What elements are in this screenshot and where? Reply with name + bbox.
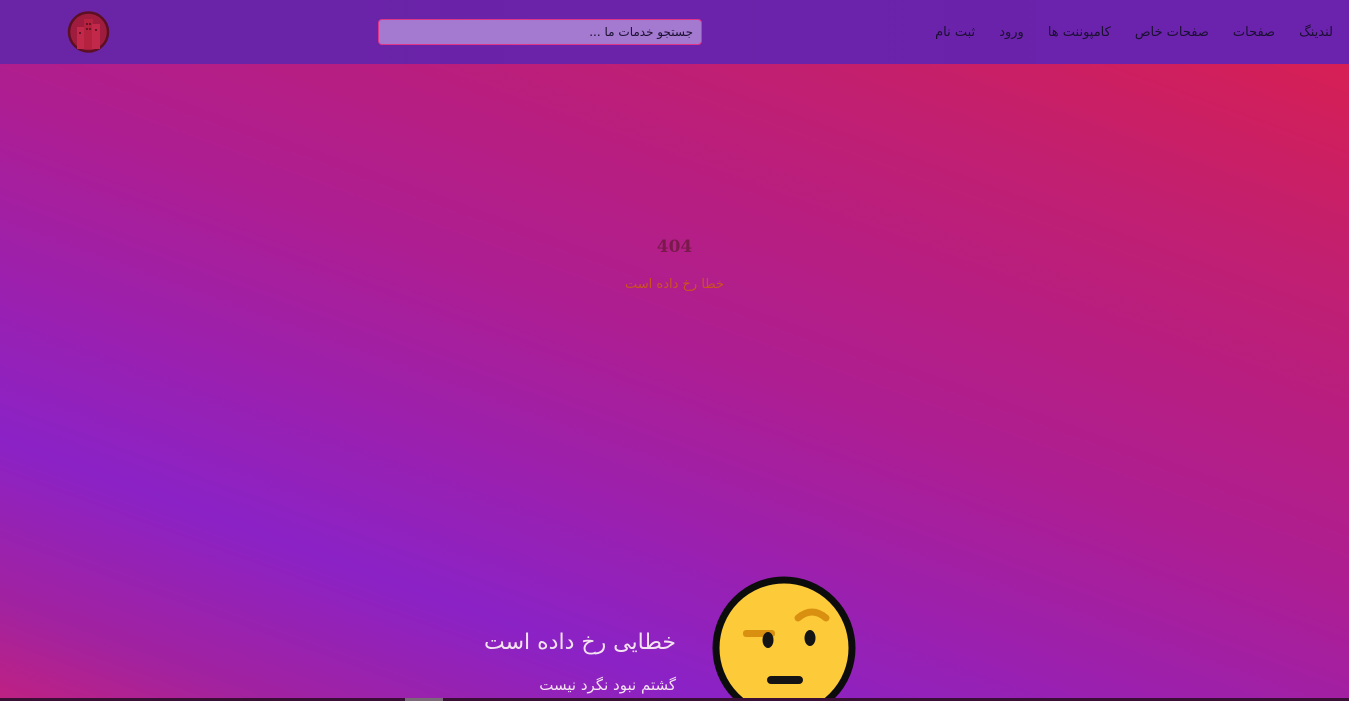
search-input[interactable] — [378, 19, 702, 45]
nav-links: لندینگ صفحات صفحات خاص کامپوننت ها ورود … — [935, 0, 1333, 64]
nav-link-landing[interactable]: لندینگ — [1299, 25, 1333, 40]
top-navbar: لندینگ صفحات صفحات خاص کامپوننت ها ورود … — [0, 0, 1349, 64]
error-code: 404 — [656, 237, 693, 257]
error-subtitle: خطا رخ داده است — [625, 277, 724, 292]
raised-eyebrow-emoji-icon — [712, 576, 856, 701]
nav-link-special-pages[interactable]: صفحات خاص — [1135, 25, 1209, 40]
nav-link-login[interactable]: ورود — [999, 25, 1024, 40]
notice-title: خطایی رخ داده است — [484, 630, 676, 655]
nav-link-pages[interactable]: صفحات — [1233, 25, 1275, 40]
nav-link-components[interactable]: کامپوننت ها — [1048, 25, 1111, 40]
notice-description: گشتم نبود نگرد نیست — [539, 676, 676, 694]
building-logo-icon[interactable] — [67, 9, 110, 55]
nav-link-signup[interactable]: ثبت نام — [935, 25, 975, 40]
